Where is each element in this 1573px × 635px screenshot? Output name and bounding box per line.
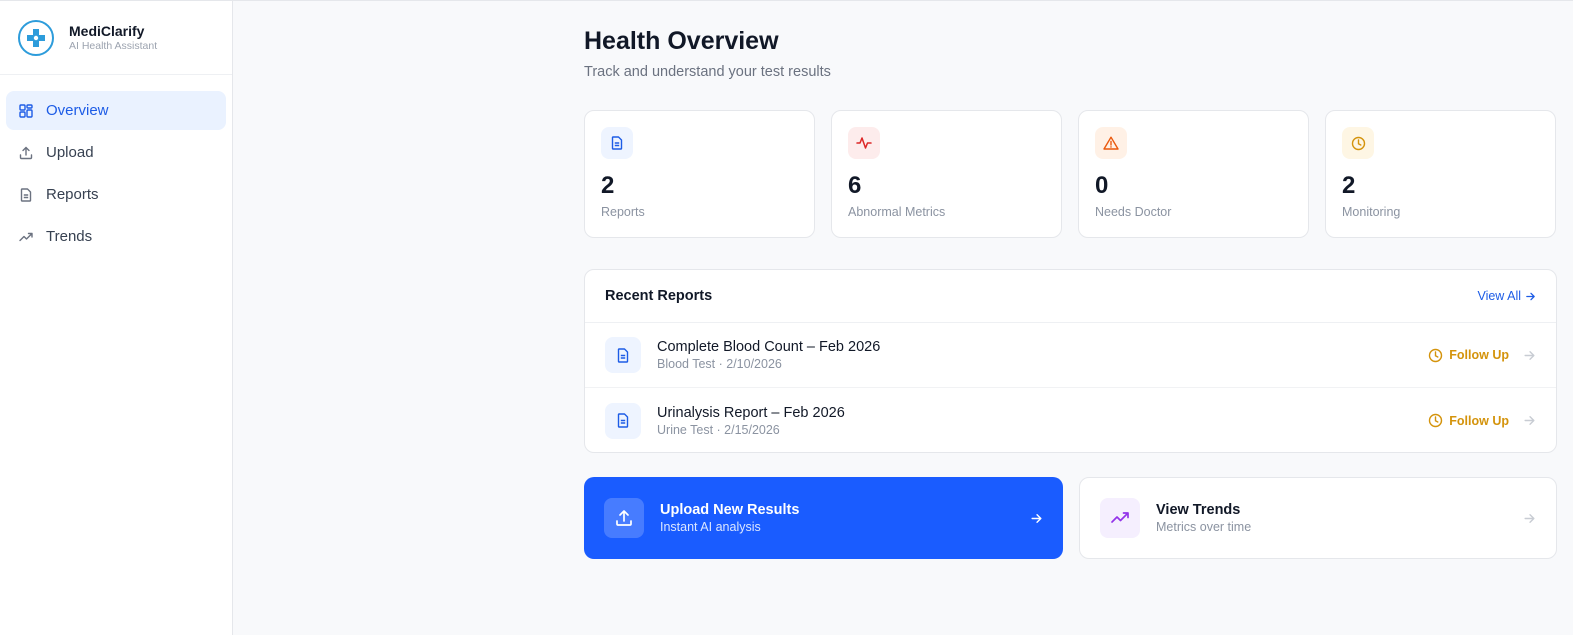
upload-icon: [604, 498, 644, 538]
document-icon: [605, 337, 641, 373]
clock-icon: [1342, 127, 1374, 159]
document-icon: [601, 127, 633, 159]
action-title: View Trends: [1156, 501, 1241, 518]
trending-up-icon: [1100, 498, 1140, 538]
view-all-link[interactable]: View All: [1477, 289, 1536, 303]
arrow-right-icon: [1523, 349, 1536, 362]
sidebar-item-overview[interactable]: Overview: [6, 91, 226, 130]
sidebar-item-label: Trends: [46, 228, 93, 245]
sidebar-item-upload[interactable]: Upload: [6, 133, 226, 172]
arrow-right-icon: [1523, 414, 1536, 427]
status-label: Follow Up: [1449, 348, 1509, 362]
sidebar: MediClarify AI Health Assistant Overview…: [0, 1, 233, 635]
status-label: Follow Up: [1449, 413, 1509, 428]
clock-icon: [1429, 348, 1443, 362]
recent-reports-panel: Recent Reports View All Complete Blood C…: [584, 269, 1557, 453]
activity-icon: [848, 127, 880, 159]
stat-card-monitoring[interactable]: 2 Monitoring: [1325, 110, 1556, 238]
stat-value: 2: [1342, 172, 1356, 199]
brand-subtitle: AI Health Assistant: [69, 39, 158, 52]
report-meta: Urine Test · 2/15/2026: [657, 422, 780, 437]
document-icon: [605, 402, 641, 439]
sidebar-item-label: Overview: [46, 102, 109, 119]
page-title: Health Overview: [584, 27, 779, 55]
action-subtitle: Metrics over time: [1156, 519, 1252, 534]
sidebar-item-label: Reports: [46, 186, 99, 203]
medical-cross-logo-icon: [18, 19, 54, 56]
arrow-right-icon: [1526, 292, 1535, 300]
trending-up-icon: [19, 229, 34, 244]
document-icon: [19, 187, 34, 202]
action-title: Upload New Results: [660, 501, 800, 518]
report-title: Urinalysis Report – Feb 2026: [657, 404, 845, 421]
grid-icon: [19, 103, 34, 118]
stat-label: Needs Doctor: [1095, 205, 1172, 219]
report-row[interactable]: Urinalysis Report – Feb 2026 Urine Test …: [585, 388, 1556, 452]
sidebar-nav: Overview Upload Reports Trends: [0, 75, 232, 256]
stat-value: 6: [848, 172, 862, 199]
view-all-label: View All: [1477, 289, 1521, 303]
stat-value: 2: [601, 172, 615, 199]
stat-label: Monitoring: [1342, 205, 1401, 219]
page-subtitle: Track and understand your test results: [584, 64, 831, 80]
sidebar-item-trends[interactable]: Trends: [6, 217, 226, 256]
stat-label: Reports: [601, 205, 645, 219]
upload-icon: [19, 145, 34, 160]
status-badge: Follow Up: [1428, 348, 1509, 363]
stat-value: 0: [1095, 172, 1109, 199]
upload-new-results-button[interactable]: Upload New Results Instant AI analysis: [584, 477, 1063, 559]
clock-icon: [1429, 413, 1443, 428]
recent-reports-header: Recent Reports View All: [585, 270, 1556, 323]
view-trends-button[interactable]: View Trends Metrics over time: [1079, 477, 1557, 559]
sidebar-item-reports[interactable]: Reports: [6, 175, 226, 214]
stat-card-abnormal-metrics[interactable]: 6 Abnormal Metrics: [831, 110, 1062, 238]
stat-card-needs-doctor[interactable]: 0 Needs Doctor: [1078, 110, 1309, 238]
sidebar-item-label: Upload: [46, 144, 94, 161]
stat-label: Abnormal Metrics: [848, 205, 946, 219]
report-meta: Blood Test · 2/10/2026: [657, 357, 782, 371]
report-title: Complete Blood Count – Feb 2026: [657, 339, 881, 355]
report-row[interactable]: Complete Blood Count – Feb 2026 Blood Te…: [585, 323, 1556, 388]
brand[interactable]: MediClarify AI Health Assistant: [0, 1, 232, 75]
arrow-right-icon: [1523, 512, 1536, 525]
stats-row: 2 Reports 6 Abnormal Metrics 0 Needs Doc…: [584, 110, 1557, 238]
arrow-right-icon: [1030, 512, 1043, 525]
brand-name: MediClarify: [69, 22, 145, 39]
recent-reports-title: Recent Reports: [605, 288, 713, 304]
action-subtitle: Instant AI analysis: [660, 519, 761, 534]
status-badge: Follow Up: [1428, 413, 1509, 428]
warning-icon: [1095, 127, 1127, 159]
stat-card-reports[interactable]: 2 Reports: [584, 110, 815, 238]
